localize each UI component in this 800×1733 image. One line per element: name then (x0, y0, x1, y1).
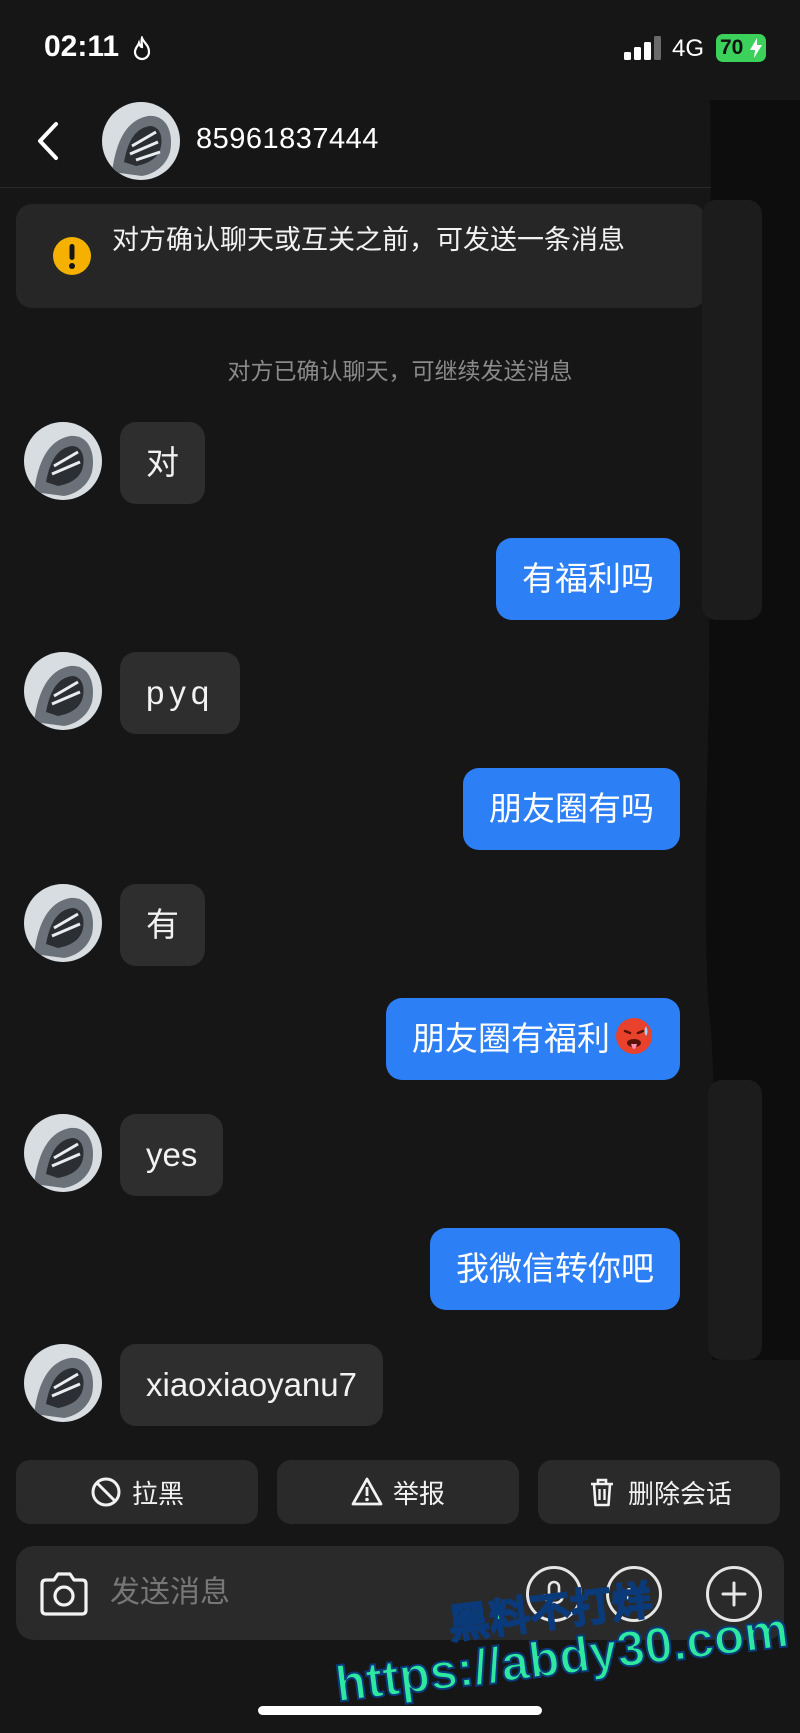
report-label: 举报 (392, 1478, 445, 1509)
battery-level: 70 (720, 36, 744, 59)
avatar-image (24, 422, 102, 500)
message-text: 朋友圈有福利 (412, 1020, 610, 1057)
chat-restriction-notice: 对方确认聊天或互关之前，可发送一条消息 (16, 204, 706, 308)
camera-icon[interactable] (36, 1566, 92, 1622)
contact-name[interactable]: 85961837444 (196, 123, 379, 156)
incoming-message[interactable]: 有 (120, 884, 205, 966)
signal-icon (624, 36, 661, 60)
status-bar: 02:11 4G 70 (0, 0, 800, 96)
incoming-message[interactable]: xiaoxiaoyanu7 (120, 1344, 383, 1426)
warning-icon (53, 237, 91, 275)
sender-avatar[interactable] (24, 1114, 102, 1192)
warning-triangle-icon (351, 1477, 383, 1506)
status-time: 02:11 (44, 30, 120, 63)
avatar-image (24, 884, 102, 962)
message-input[interactable] (110, 1570, 490, 1616)
delete-label: 删除会话 (627, 1478, 732, 1509)
system-message: 对方已确认聊天，可继续发送消息 (227, 358, 573, 384)
home-indicator[interactable] (258, 1706, 542, 1715)
trash-icon (590, 1478, 613, 1507)
battery-indicator: 70 (716, 34, 766, 62)
outgoing-message[interactable]: 朋友圈有吗 (463, 768, 680, 850)
hot-face-emoji-icon (616, 1018, 652, 1054)
sender-avatar[interactable] (24, 1344, 102, 1422)
notice-text: 对方确认聊天或互关之前，可发送一条消息 (112, 225, 625, 255)
outgoing-message[interactable]: 我微信转你吧 (430, 1228, 680, 1310)
network-type: 4G (672, 35, 705, 62)
outgoing-message[interactable]: 有福利吗 (496, 538, 680, 620)
block-label: 拉黑 (131, 1478, 184, 1509)
block-icon (91, 1477, 121, 1507)
scrollbar[interactable] (690, 100, 800, 1360)
delete-conversation-button[interactable]: 删除会话 (538, 1460, 780, 1524)
incoming-message[interactable]: yes (120, 1114, 224, 1196)
contact-avatar[interactable] (102, 102, 180, 180)
block-button[interactable]: 拉黑 (16, 1460, 258, 1524)
incoming-message[interactable]: pyq (120, 652, 241, 734)
avatar-image (102, 102, 180, 180)
sender-avatar[interactable] (24, 422, 102, 500)
chat-header: 85961837444 (0, 96, 800, 188)
incoming-message[interactable]: 对 (120, 422, 205, 504)
report-button[interactable]: 举报 (277, 1460, 519, 1524)
avatar-image (24, 1114, 102, 1192)
outgoing-message[interactable]: 朋友圈有福利 (386, 998, 680, 1080)
sender-avatar[interactable] (24, 884, 102, 962)
avatar-image (24, 1344, 102, 1422)
flame-icon (133, 36, 151, 61)
back-arrow-icon[interactable] (30, 118, 70, 164)
avatar-image (24, 652, 102, 730)
charging-bolt-icon (750, 38, 762, 58)
sender-avatar[interactable] (24, 652, 102, 730)
